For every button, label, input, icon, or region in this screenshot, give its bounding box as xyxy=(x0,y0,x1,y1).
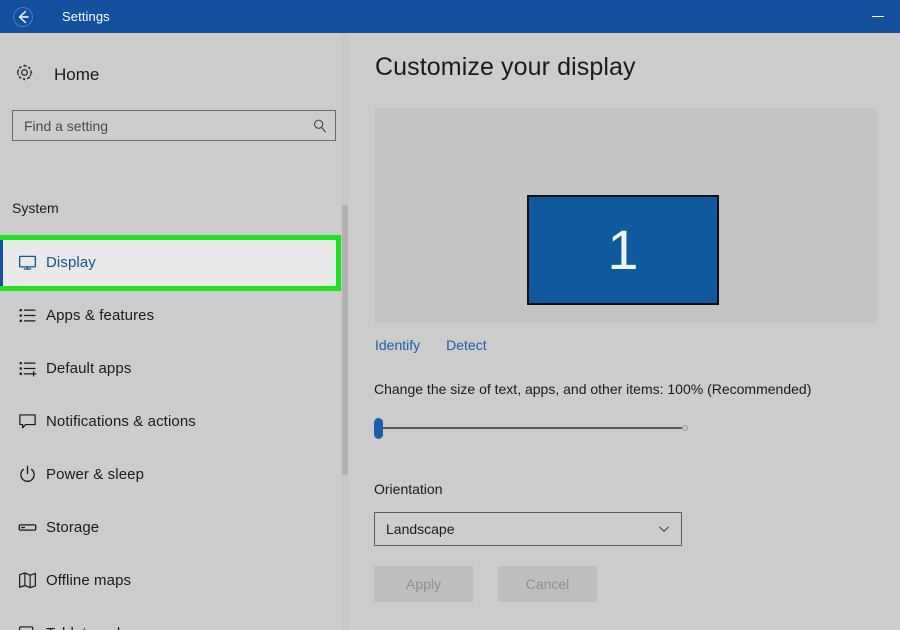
sidebar-item-power-sleep[interactable]: Power & sleep xyxy=(0,448,340,501)
map-icon xyxy=(0,570,46,591)
power-icon xyxy=(0,464,46,485)
apply-button[interactable]: Apply xyxy=(374,566,473,602)
sidebar-item-label: Offline maps xyxy=(46,572,132,589)
orientation-label: Orientation xyxy=(374,481,443,497)
back-arrow-icon xyxy=(12,6,34,28)
slider-track[interactable] xyxy=(376,427,686,429)
monitor-preview-1[interactable]: 1 xyxy=(527,195,719,305)
sidebar-item-label: Display xyxy=(46,254,96,271)
sidebar-scrollbar-thumb[interactable] xyxy=(342,205,348,475)
sidebar-item-label: Apps & features xyxy=(46,307,155,324)
sidebar-item-storage[interactable]: Storage xyxy=(0,501,340,554)
tablet-hand-icon xyxy=(0,623,46,630)
minimize-icon xyxy=(871,15,884,18)
sidebar-item-label: Notifications & actions xyxy=(46,413,196,430)
sidebar-home-label: Home xyxy=(54,65,100,84)
identify-link[interactable]: Identify xyxy=(375,337,420,353)
display-preview-panel[interactable]: 1 xyxy=(375,108,877,323)
scale-label: Change the size of text, apps, and other… xyxy=(374,381,812,397)
search-icon[interactable] xyxy=(305,118,335,134)
page-title: Customize your display xyxy=(375,53,636,81)
sidebar-item-label: Power & sleep xyxy=(46,466,145,483)
sidebar-item-notifications-actions[interactable]: Notifications & actions xyxy=(0,395,340,448)
action-buttons: Apply Cancel xyxy=(374,566,597,602)
sidebar-nav-list: Display Apps & features Default apps Not… xyxy=(0,236,352,630)
cancel-button[interactable]: Cancel xyxy=(498,566,597,602)
minimize-button[interactable] xyxy=(855,0,900,33)
sidebar-item-apps-features[interactable]: Apps & features xyxy=(0,289,340,342)
list-plus-icon xyxy=(0,358,46,379)
orientation-dropdown[interactable]: Landscape xyxy=(374,512,682,546)
detect-link[interactable]: Detect xyxy=(446,337,486,353)
scale-slider[interactable] xyxy=(374,415,694,441)
sidebar-item-default-apps[interactable]: Default apps xyxy=(0,342,340,395)
sidebar-item-display[interactable]: Display xyxy=(0,236,340,289)
sidebar-item-tablet-mode[interactable]: Tablet mode xyxy=(0,607,340,630)
drive-icon xyxy=(0,517,46,538)
list-icon xyxy=(0,305,46,326)
sidebar: Home Find a setting System Display Apps … xyxy=(0,33,352,630)
main-content: Customize your display 1 Identify Detect… xyxy=(352,33,900,630)
window-controls xyxy=(855,0,900,33)
window-title: Settings xyxy=(62,9,110,24)
back-button[interactable] xyxy=(0,0,46,33)
sidebar-item-label: Storage xyxy=(46,519,100,536)
sidebar-item-label: Default apps xyxy=(46,360,132,377)
preview-actions: Identify Detect xyxy=(375,337,487,353)
chevron-down-icon[interactable] xyxy=(647,521,681,537)
sidebar-section-header: System xyxy=(12,200,59,216)
slider-end-tick xyxy=(682,425,688,431)
selection-indicator xyxy=(0,236,3,289)
search-placeholder: Find a setting xyxy=(24,117,109,134)
monitor-number-label: 1 xyxy=(607,218,639,281)
settings-window: Settings Home Find a setting System Disp… xyxy=(0,0,900,630)
sidebar-item-home[interactable]: Home xyxy=(0,54,340,96)
orientation-value: Landscape xyxy=(386,521,455,537)
sidebar-scrollbar-track[interactable] xyxy=(341,33,349,630)
search-input[interactable]: Find a setting xyxy=(12,110,336,141)
monitor-icon xyxy=(0,252,46,273)
speech-bubble-icon xyxy=(0,411,46,432)
slider-thumb[interactable] xyxy=(374,418,383,439)
sidebar-item-label: Tablet mode xyxy=(46,625,129,630)
title-bar: Settings xyxy=(0,0,900,33)
sidebar-item-offline-maps[interactable]: Offline maps xyxy=(0,554,340,607)
gear-icon xyxy=(14,62,35,88)
